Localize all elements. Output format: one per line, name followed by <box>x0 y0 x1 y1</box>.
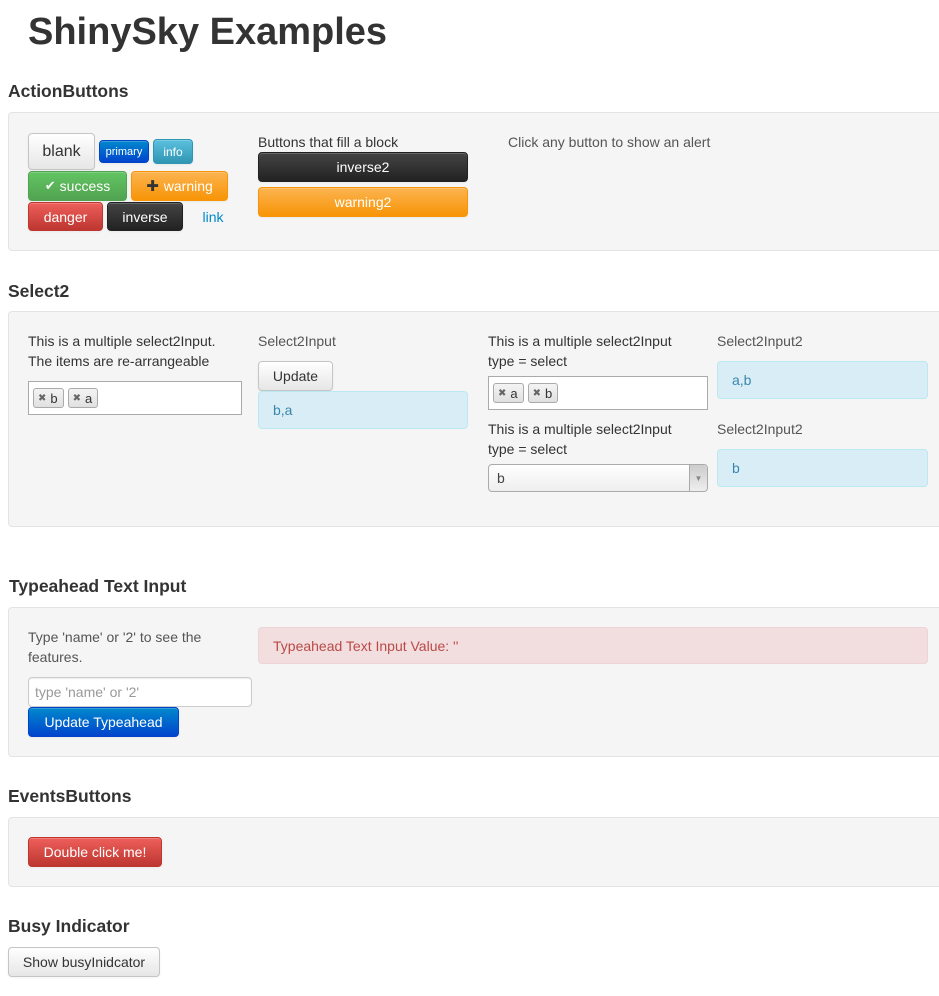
danger-button[interactable]: danger <box>28 202 103 231</box>
select2input2-value-box-a: a,b <box>717 361 928 399</box>
select2-chip[interactable]: ✖ a <box>67 388 99 408</box>
select2-desc-line2: The items are re-arrangeable <box>28 353 210 369</box>
select2-desc-col3b-line2: type = select <box>488 441 567 457</box>
success-button-label: success <box>59 178 111 194</box>
select2input-label: Select2Input <box>258 333 336 349</box>
primary-button[interactable]: primary <box>99 140 149 163</box>
inverse-button[interactable]: inverse <box>107 202 183 231</box>
section-heading-eventsbuttons: EventsButtons <box>8 786 132 806</box>
chevron-down-icon[interactable]: ▼ <box>689 465 707 491</box>
info-button[interactable]: info <box>153 139 193 164</box>
typeahead-desc-line2: features. <box>28 649 83 665</box>
select2-single-select[interactable]: b ▼ <box>488 464 708 492</box>
remove-x-icon[interactable]: ✖ <box>73 393 81 404</box>
remove-x-icon[interactable]: ✖ <box>498 388 506 399</box>
select2-multi-input-2[interactable]: ✖ a ✖ b <box>488 376 708 410</box>
remove-x-icon[interactable]: ✖ <box>533 388 541 399</box>
select2-desc-col3a-line2: type = select <box>488 353 567 369</box>
show-busy-indicator-button[interactable]: Show busyInidcator <box>8 947 160 977</box>
update-typeahead-button[interactable]: Update Typeahead <box>28 707 179 737</box>
select2-chip[interactable]: ✖ b <box>527 383 559 403</box>
double-click-button[interactable]: Double click me! <box>28 837 162 867</box>
block-buttons-label: Buttons that fill a block <box>258 134 399 150</box>
select2-desc-col3a-line1: This is a multiple select2Input <box>488 333 672 349</box>
section-heading-select2: Select2 <box>8 281 70 301</box>
plus-icon: ✚ <box>146 178 159 195</box>
select2input2-value-box-b: b <box>717 449 928 487</box>
chip-label: a <box>510 385 518 401</box>
section-heading-typeahead: Typeahead Text Input <box>9 576 187 596</box>
warning-button[interactable]: ✚ warning <box>131 171 228 201</box>
chip-label: a <box>85 390 93 406</box>
warning2-block-button[interactable]: warning2 <box>258 187 468 217</box>
select2-desc-col3b-line1: This is a multiple select2Input <box>488 421 672 437</box>
remove-x-icon[interactable]: ✖ <box>38 393 46 404</box>
select2-selected-value: b <box>497 470 505 486</box>
section-heading-actionbuttons: ActionButtons <box>8 81 129 101</box>
link-button[interactable]: link <box>193 202 233 231</box>
chip-label: b <box>50 390 58 406</box>
update-button[interactable]: Update <box>258 361 333 391</box>
select2-chip[interactable]: ✖ b <box>33 388 64 408</box>
select2-desc-line1: This is a multiple select2Input. <box>28 333 216 349</box>
select2-multi-input-1[interactable]: ✖ b ✖ a <box>28 381 242 415</box>
blank-button[interactable]: blank <box>28 133 95 170</box>
section-heading-busy-indicator: Busy Indicator <box>8 916 130 936</box>
warning-button-label: warning <box>163 178 213 194</box>
typeahead-input[interactable] <box>28 677 252 707</box>
select2input-value-box: b,a <box>258 391 468 429</box>
typeahead-value-box: Typeahead Text Input Value: '' <box>258 627 928 664</box>
chip-label: b <box>545 385 553 401</box>
select2input2-label-a: Select2Input2 <box>717 333 803 349</box>
alert-hint-text: Click any button to show an alert <box>508 134 711 150</box>
select2-chip[interactable]: ✖ a <box>493 383 524 403</box>
select2input2-label-b: Select2Input2 <box>717 421 803 437</box>
typeahead-desc-line1: Type 'name' or '2' to see the <box>28 629 202 645</box>
inverse2-block-button[interactable]: inverse2 <box>258 152 468 182</box>
page-title: ShinySky Examples <box>28 11 388 53</box>
check-icon: ✔ <box>44 178 56 193</box>
success-button[interactable]: ✔ success <box>28 171 127 201</box>
